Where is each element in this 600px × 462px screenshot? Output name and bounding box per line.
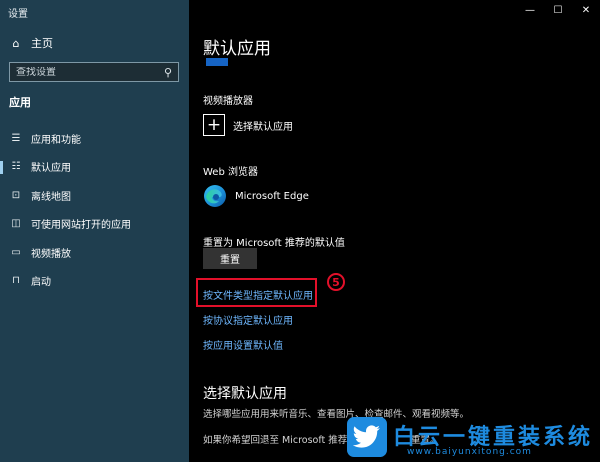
minimize-button[interactable]: — [516, 0, 544, 20]
map-icon: ⊡ [11, 189, 21, 201]
partial-text-left: 如果你希望回退至 Microsoft 推荐 [203, 435, 348, 446]
sidebar-item-label: 应用和功能 [31, 134, 81, 146]
sidebar-item-label: 可使用网站打开的应用 [31, 220, 131, 232]
sidebar-section-title: 应用 [9, 96, 31, 109]
window-title: 设置 [8, 9, 28, 20]
home-label: 主页 [31, 37, 53, 50]
link-by-app[interactable]: 按应用设置默认值 [203, 337, 283, 352]
reset-label: 重置为 Microsoft 推荐的默认值 [203, 238, 345, 249]
default-apps-icon: ☷ [11, 161, 21, 173]
search-input[interactable] [10, 66, 158, 78]
sidebar-item-label: 启动 [31, 277, 51, 289]
choose-default-label: 选择默认应用 [233, 121, 293, 133]
highlight-box [196, 278, 317, 307]
browser-name: Microsoft Edge [235, 190, 309, 202]
choose-section-title: 选择默认应用 [203, 386, 287, 402]
app-icon-partial [206, 58, 228, 66]
bird-logo-icon [347, 417, 387, 457]
sidebar-item-startup[interactable]: ⊓ 启动 [0, 267, 189, 296]
sidebar-item-label: 视频播放 [31, 248, 71, 260]
sidebar-item-label: 离线地图 [31, 191, 71, 203]
step-badge: 5 [327, 273, 345, 291]
video-player-label: 视频播放器 [203, 96, 253, 107]
watermark-url: www.baiyunxitong.com [407, 447, 532, 457]
link-by-protocol[interactable]: 按协议指定默认应用 [203, 312, 293, 327]
plus-icon: + [203, 114, 225, 136]
sidebar-item-home[interactable]: ⌂ 主页 [9, 35, 54, 51]
window-controls: — ☐ ✕ [516, 0, 600, 20]
maximize-button[interactable]: ☐ [544, 0, 572, 20]
close-button[interactable]: ✕ [572, 0, 600, 20]
web-browser-label: Web 浏览器 [203, 167, 258, 178]
sidebar-item-apps-for-websites[interactable]: ◫ 可使用网站打开的应用 [0, 210, 189, 239]
reset-button[interactable]: 重置 [203, 248, 257, 269]
sidebar-item-default-apps[interactable]: ☷ 默认应用 [0, 153, 189, 182]
choose-web-browser-button[interactable]: Microsoft Edge [203, 184, 309, 208]
home-icon: ⌂ [12, 36, 20, 50]
search-box[interactable]: ⚲ [9, 62, 179, 82]
watermark: 白云一键重装系统 www.baiyunxitong.com [347, 417, 600, 462]
list-icon: ☰ [11, 132, 21, 144]
choose-video-player-button[interactable]: + 选择默认应用 [203, 114, 293, 136]
page-title: 默认应用 [203, 39, 271, 59]
sidebar-item-apps-features[interactable]: ☰ 应用和功能 [0, 124, 189, 153]
sidebar-item-label: 默认应用 [31, 163, 71, 175]
sidebar-item-video-playback[interactable]: ▭ 视频播放 [0, 238, 189, 267]
sidebar: 设置 ⌂ 主页 ⚲ 应用 ☰ 应用和功能 ☷ 默认应用 ⊡ 离线地图 ◫ 可使用… [0, 0, 189, 462]
edge-icon [204, 185, 226, 207]
main-panel: — ☐ ✕ 默认应用 视频播放器 + 选择默认应用 Web 浏览器 Micros… [189, 0, 600, 462]
search-icon[interactable]: ⚲ [158, 66, 178, 79]
sidebar-nav: ☰ 应用和功能 ☷ 默认应用 ⊡ 离线地图 ◫ 可使用网站打开的应用 ▭ 视频播… [0, 124, 189, 295]
website-icon: ◫ [11, 218, 21, 230]
video-icon: ▭ [11, 246, 21, 258]
sidebar-item-offline-maps[interactable]: ⊡ 离线地图 [0, 181, 189, 210]
startup-icon: ⊓ [12, 275, 20, 287]
twitter-bird-icon [353, 425, 380, 448]
